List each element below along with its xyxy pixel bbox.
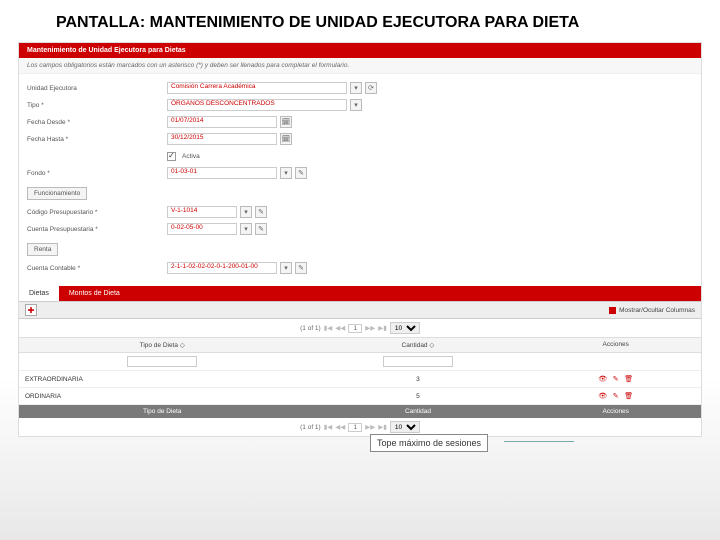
table-toolbar: ✚ Mostrar/Ocultar Columnas [19,301,701,319]
fecha-desde-input[interactable]: 01/07/2014 [167,116,277,128]
pager-info: (1 of 1) [300,424,321,431]
view-icon[interactable]: 👁 [598,374,608,384]
edit-icon[interactable]: ✎ [611,374,621,384]
cell-tipo: ORDINARIA [19,390,305,403]
unidad-select[interactable]: Comisión Carrera Académica [167,82,347,94]
help-text: Los campos obligatorios están marcados c… [19,58,701,74]
chevron-down-icon[interactable]: ▾ [280,262,292,274]
sort-icon[interactable]: ◇ [180,342,185,349]
tab-montos[interactable]: Montos de Dieta [59,286,130,301]
square-icon [609,307,616,314]
section-renta[interactable]: Renta [27,243,58,256]
view-icon[interactable]: 👁 [598,391,608,401]
cell-cant: 5 [305,390,530,403]
footer-col-cant: Cantidad [305,405,530,418]
label-activa: Activa [182,153,200,160]
callout-tope: Tope máximo de sesiones [370,434,488,452]
delete-icon[interactable]: 🗑 [624,391,634,401]
pager-prev-icon[interactable]: ◀◀ [335,423,345,431]
label-cuentapres: Cuenta Presupuestaria * [27,226,167,233]
fecha-hasta-input[interactable]: 30/12/2015 [167,133,277,145]
calendar-icon[interactable]: 🗓 [280,133,292,145]
filter-row [19,353,701,371]
footer-col-tipo: Tipo de Dieta [19,405,305,418]
pager-top: (1 of 1) ▮◀ ◀◀ 1 ▶▶ ▶▮ 10 [19,319,701,337]
chevron-down-icon[interactable]: ▾ [240,206,252,218]
sort-icon[interactable]: ◇ [429,342,434,349]
tab-dietas[interactable]: Dietas [19,286,59,301]
chevron-down-icon[interactable]: ▾ [240,223,252,235]
footer-col-acc: Acciones [530,405,701,418]
col-cant-label[interactable]: Cantidad [402,342,428,349]
cell-cant: 3 [305,373,530,386]
callout-connector [504,441,574,442]
label-fecha-hasta: Fecha Hasta * [27,136,167,143]
edit-icon[interactable]: ✎ [295,262,307,274]
chevron-down-icon[interactable]: ▾ [280,167,292,179]
tipo-select[interactable]: ÓRGANOS DESCONCENTRADOS [167,99,347,111]
activa-checkbox[interactable] [167,152,176,161]
delete-icon[interactable]: 🗑 [624,374,634,384]
pager-size-select[interactable]: 10 [390,322,420,334]
col-tipo-label[interactable]: Tipo de Dieta [140,342,178,349]
panel-header: Mantenimiento de Unidad Ejecutora para D… [19,43,701,58]
label-fondo: Fondo * [27,170,167,177]
cell-tipo: EXTRAORDINARIA [19,373,305,386]
chevron-down-icon[interactable]: ▾ [350,99,362,111]
chevron-down-icon[interactable]: ▾ [350,82,362,94]
pager-bottom: (1 of 1) ▮◀ ◀◀ 1 ▶▶ ▶▮ 10 [19,418,701,436]
section-funcionamiento[interactable]: Funcionamiento [27,187,87,200]
cuentacont-select[interactable]: 2-1-1-02-02-02-0-1-200-01-00 [167,262,277,274]
filter-cant-input[interactable] [383,356,453,367]
table-row: ORDINARIA 5 👁 ✎ 🗑 [19,388,701,405]
pager-first-icon[interactable]: ▮◀ [324,423,333,431]
pager-next-icon[interactable]: ▶▶ [365,324,375,332]
edit-icon[interactable]: ✎ [255,206,267,218]
pager-next-icon[interactable]: ▶▶ [365,423,375,431]
cuentapres-select[interactable]: 0-02-05-00 [167,223,237,235]
codpres-select[interactable]: V-1-1014 [167,206,237,218]
app-frame: Mantenimiento de Unidad Ejecutora para D… [18,42,702,437]
pager-info: (1 of 1) [300,325,321,332]
pager-size-select[interactable]: 10 [390,421,420,433]
label-unidad: Unidad Ejecutora [27,85,167,92]
col-acc-label: Acciones [530,338,701,352]
slide-title: PANTALLA: MANTENIMIENTO DE UNIDAD EJECUT… [0,0,720,42]
toggle-columns[interactable]: Mostrar/Ocultar Columnas [609,307,695,314]
filter-tipo-input[interactable] [127,356,197,367]
calendar-icon[interactable]: 🗓 [280,116,292,128]
table-row: EXTRAORDINARIA 3 👁 ✎ 🗑 [19,371,701,388]
table-footer: Tipo de Dieta Cantidad Acciones [19,405,701,418]
add-row-button[interactable]: ✚ [25,304,37,316]
edit-icon[interactable]: ✎ [295,167,307,179]
edit-icon[interactable]: ✎ [255,223,267,235]
edit-icon[interactable]: ✎ [611,391,621,401]
label-codpres: Código Presupuestario * [27,209,167,216]
pager-prev-icon[interactable]: ◀◀ [335,324,345,332]
toggle-columns-label: Mostrar/Ocultar Columnas [619,307,695,314]
pager-page-input[interactable]: 1 [348,423,362,432]
pager-page-input[interactable]: 1 [348,324,362,333]
label-cuentacont: Cuenta Contable * [27,265,167,272]
form-area: Unidad Ejecutora Comisión Carrera Académ… [19,74,701,282]
pager-first-icon[interactable]: ▮◀ [324,324,333,332]
label-tipo: Tipo * [27,102,167,109]
tab-bar: Dietas Montos de Dieta [19,286,701,301]
fondo-select[interactable]: 01-03-01 [167,167,277,179]
table-header: Tipo de Dieta ◇ Cantidad ◇ Acciones [19,337,701,353]
refresh-icon[interactable]: ⟳ [365,82,377,94]
pager-last-icon[interactable]: ▶▮ [378,423,387,431]
pager-last-icon[interactable]: ▶▮ [378,324,387,332]
label-fecha-desde: Fecha Desde * [27,119,167,126]
